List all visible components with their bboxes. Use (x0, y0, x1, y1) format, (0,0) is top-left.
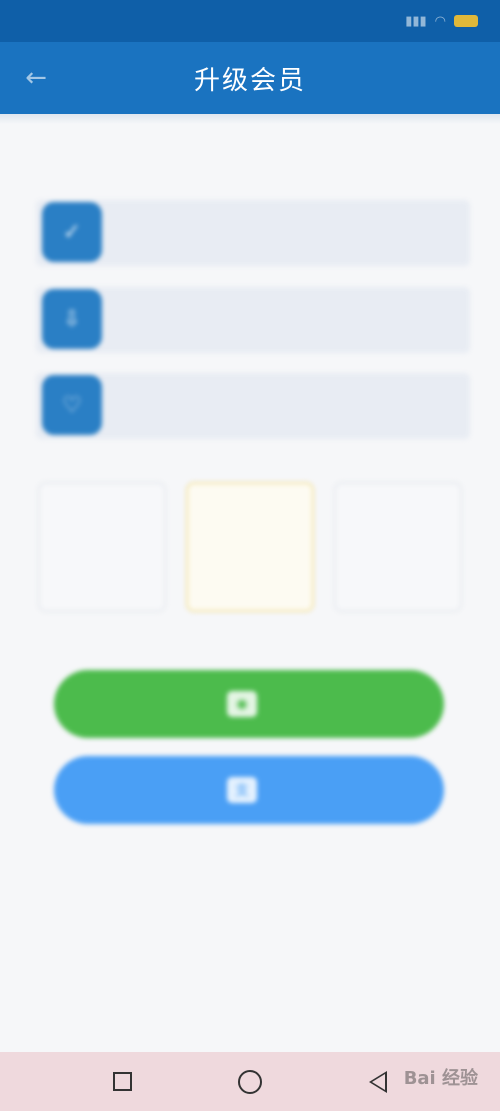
status-icons: ▮▮▮ ◠ (405, 14, 478, 29)
alipay-button[interactable]: 支 (54, 756, 444, 824)
shield-icon: ♡ (42, 375, 102, 435)
triangle-back-icon[interactable] (368, 1070, 387, 1093)
badge-icon: ✓ (42, 202, 102, 262)
plan-card-2[interactable] (186, 482, 314, 612)
status-bar: ▮▮▮ ◠ (0, 0, 500, 42)
wechat-icon: ◉ (227, 691, 257, 717)
appbar-shadow (0, 114, 500, 124)
battery-icon (454, 15, 478, 27)
feature-item-1: ✓ (36, 200, 470, 266)
alipay-icon: 支 (227, 777, 257, 803)
feature-item-2: ⇩ (36, 287, 470, 353)
download-icon: ⇩ (42, 289, 102, 349)
back-button[interactable]: ← (18, 60, 54, 96)
circle-icon[interactable] (238, 1069, 263, 1094)
page-title: 升级会员 (193, 65, 306, 96)
plan-card-1[interactable] (38, 482, 166, 612)
watermark-logo: Bai 经验 (403, 1068, 478, 1089)
feature-item-3: ♡ (36, 373, 470, 439)
arrow-left-icon: ← (25, 63, 47, 93)
app-bar: ← 升级会员 (0, 42, 500, 114)
wifi-icon: ◠ (434, 13, 446, 29)
wechat-pay-button[interactable]: ◉ (54, 670, 444, 738)
square-icon[interactable] (113, 1072, 133, 1091)
plan-card-3[interactable] (334, 482, 462, 612)
signal-icon: ▮▮▮ (405, 13, 427, 29)
